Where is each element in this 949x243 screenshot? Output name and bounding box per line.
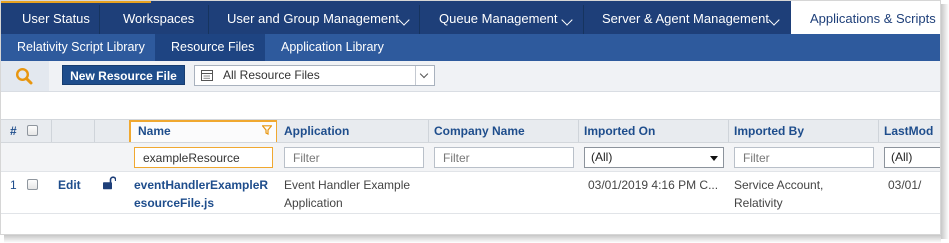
toolbar: New Resource File All Resource Files xyxy=(1,61,940,92)
imported-by-cell: Service Account, Relativity xyxy=(734,176,823,212)
view-dropdown-toggle[interactable] xyxy=(415,66,434,85)
tab-label: Applications & Scripts xyxy=(810,11,936,26)
last-modified-cell: 03/01/ xyxy=(888,178,922,192)
last-modified-filter-select[interactable]: (All) xyxy=(884,147,940,168)
tab-user-group-management[interactable]: User and Group Management xyxy=(209,1,419,34)
application-line: Event Handler Example xyxy=(284,178,411,192)
column-header-name-active[interactable]: Name xyxy=(129,120,277,142)
subtab-label: Resource Files xyxy=(171,40,255,54)
tab-queue-management[interactable]: Queue Management xyxy=(420,1,583,34)
imported-by-line: Service Account, xyxy=(734,178,824,192)
chevron-down-icon xyxy=(419,69,429,79)
imported-on-filter-select[interactable]: (All) xyxy=(584,147,724,168)
column-header-imported-by[interactable]: Imported By xyxy=(729,120,804,142)
dropdown-arrow-icon xyxy=(710,156,718,161)
column-separator xyxy=(94,120,95,142)
search-toggle[interactable] xyxy=(1,61,49,91)
company-name-filter-input[interactable] xyxy=(434,147,574,168)
application-cell: Event Handler Example Application xyxy=(284,176,410,212)
new-resource-file-button[interactable]: New Resource File xyxy=(62,65,185,85)
subtab-resource-files[interactable]: Resource Files xyxy=(155,34,265,61)
column-separator xyxy=(51,120,52,142)
frame-shadow xyxy=(941,4,949,239)
name-line: esourceFile.js xyxy=(134,196,215,210)
frame-shadow xyxy=(4,235,941,243)
chevron-down-icon[interactable] xyxy=(768,14,780,26)
view-list-icon xyxy=(201,70,213,81)
tab-applications-scripts[interactable]: Applications & Scripts xyxy=(791,1,940,34)
tab-server-agent-management[interactable]: Server & Agent Management xyxy=(584,1,790,34)
name-line: eventHandlerExampleR xyxy=(134,178,269,192)
tab-user-status[interactable]: User Status xyxy=(1,1,99,34)
select-value: (All) xyxy=(591,150,613,164)
filter-row: (All) (All) xyxy=(1,143,940,172)
edit-link[interactable]: Edit xyxy=(58,176,81,194)
subtab-label: Relativity Script Library xyxy=(17,40,145,54)
name-filter-input[interactable] xyxy=(134,147,273,168)
tab-label: Queue Management xyxy=(439,11,558,26)
magnifier-icon[interactable] xyxy=(15,67,33,85)
tab-workspaces[interactable]: Workspaces xyxy=(100,1,208,34)
application-line: Application xyxy=(284,196,343,210)
imported-on-cell: 03/01/2019 4:16 PM C... xyxy=(588,178,719,192)
imported-by-line: Relativity xyxy=(734,196,783,210)
sub-nav: Relativity Script Library Resource Files… xyxy=(1,34,940,61)
tab-label: Server & Agent Management xyxy=(602,11,769,26)
column-header-number: # xyxy=(10,124,17,138)
column-header-application[interactable]: Application xyxy=(279,120,349,142)
table-row: 1 Edit eventHandlerExampleR esourceFile.… xyxy=(1,172,940,214)
view-selector[interactable]: All Resource Files xyxy=(194,65,435,86)
select-all-checkbox[interactable] xyxy=(27,125,38,136)
resource-file-name-link[interactable]: eventHandlerExampleR esourceFile.js xyxy=(134,176,268,212)
filter-funnel-icon[interactable] xyxy=(262,125,272,135)
tab-label: User and Group Management xyxy=(227,11,399,26)
unlocked-padlock-icon xyxy=(103,176,116,190)
grid-header: # Name Application Company Name Imported… xyxy=(1,119,940,143)
subtab-relativity-script-library[interactable]: Relativity Script Library xyxy=(1,34,155,61)
chevron-down-icon[interactable] xyxy=(398,14,410,26)
row-checkbox[interactable] xyxy=(27,179,38,190)
column-header-company-name[interactable]: Company Name xyxy=(429,120,525,142)
tab-label: User Status xyxy=(22,11,90,26)
column-header-name: Name xyxy=(138,124,171,138)
row-number: 1 xyxy=(10,178,17,192)
app-frame: User Status Workspaces User and Group Ma… xyxy=(0,0,941,235)
tab-label: Workspaces xyxy=(123,11,195,26)
select-value: (All) xyxy=(891,150,913,164)
subtab-label: Application Library xyxy=(281,40,384,54)
column-header-last-modified[interactable]: LastMod xyxy=(879,120,933,142)
imported-by-filter-input[interactable] xyxy=(734,147,874,168)
top-nav: User Status Workspaces User and Group Ma… xyxy=(1,1,940,34)
chevron-down-icon[interactable] xyxy=(561,14,573,26)
view-selector-value: All Resource Files xyxy=(223,68,320,82)
application-filter-input[interactable] xyxy=(284,147,424,168)
subtab-application-library[interactable]: Application Library xyxy=(265,34,415,61)
column-header-imported-on[interactable]: Imported On xyxy=(579,120,655,142)
